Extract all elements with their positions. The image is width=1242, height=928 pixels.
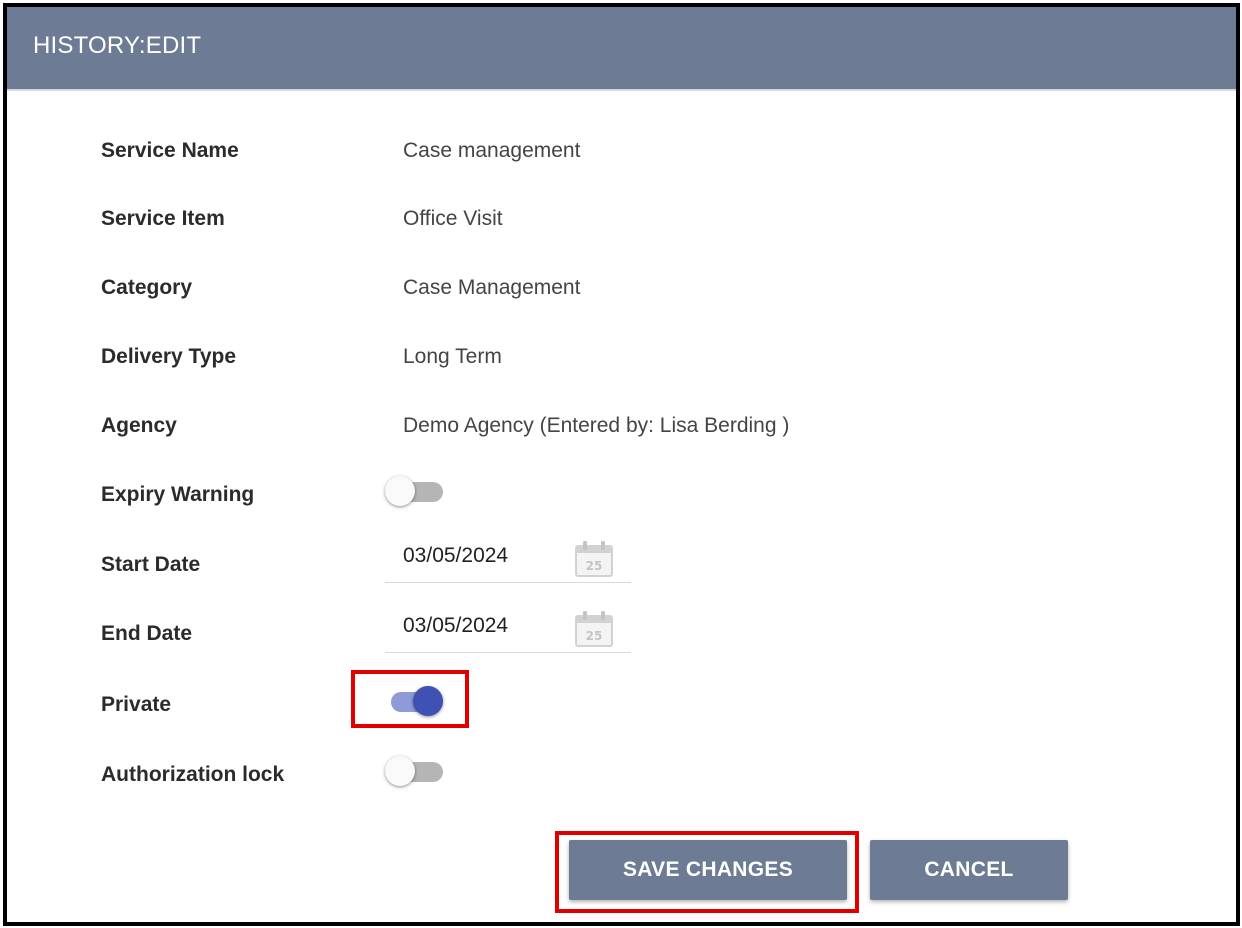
save-changes-button[interactable]: SAVE CHANGES xyxy=(569,840,847,900)
agency-value: Demo Agency (Entered by: Lisa Berding ) xyxy=(403,414,790,437)
cancel-button[interactable]: CANCEL xyxy=(870,840,1068,900)
category-label: Category xyxy=(101,276,193,299)
service-name-value: Case management xyxy=(403,139,581,162)
toggle-thumb xyxy=(385,476,415,506)
agency-label: Agency xyxy=(101,414,177,437)
dialog-title: HISTORY:EDIT xyxy=(33,32,202,59)
private-label: Private xyxy=(101,693,172,716)
start-date-input[interactable] xyxy=(403,544,563,568)
calendar-icon[interactable]: 25 xyxy=(574,538,614,578)
calendar-day: 25 xyxy=(586,559,603,573)
delivery-type-label: Delivery Type xyxy=(101,345,237,368)
expiry-warning-toggle[interactable] xyxy=(385,474,449,508)
end-date-input[interactable] xyxy=(403,614,563,638)
toggle-thumb xyxy=(413,686,443,716)
service-item-label: Service Item xyxy=(101,207,225,230)
authorization-lock-toggle[interactable] xyxy=(385,754,449,788)
authorization-lock-label: Authorization lock xyxy=(101,763,285,786)
expiry-warning-label: Expiry Warning xyxy=(101,483,255,506)
toggle-thumb xyxy=(385,756,415,786)
end-date-field: 25 xyxy=(385,606,631,653)
end-date-label: End Date xyxy=(101,622,193,645)
calendar-icon[interactable]: 25 xyxy=(574,608,614,648)
start-date-label: Start Date xyxy=(101,553,201,576)
history-edit-dialog: HISTORY:EDIT Service Name Case managemen… xyxy=(3,3,1240,926)
delivery-type-value: Long Term xyxy=(403,345,502,368)
service-item-value: Office Visit xyxy=(403,207,503,230)
dialog-header: HISTORY:EDIT xyxy=(7,7,1236,91)
start-date-field: 25 xyxy=(385,536,631,583)
private-toggle[interactable] xyxy=(385,684,449,718)
calendar-day: 25 xyxy=(586,629,603,643)
service-name-label: Service Name xyxy=(101,139,239,162)
category-value: Case Management xyxy=(403,276,581,299)
